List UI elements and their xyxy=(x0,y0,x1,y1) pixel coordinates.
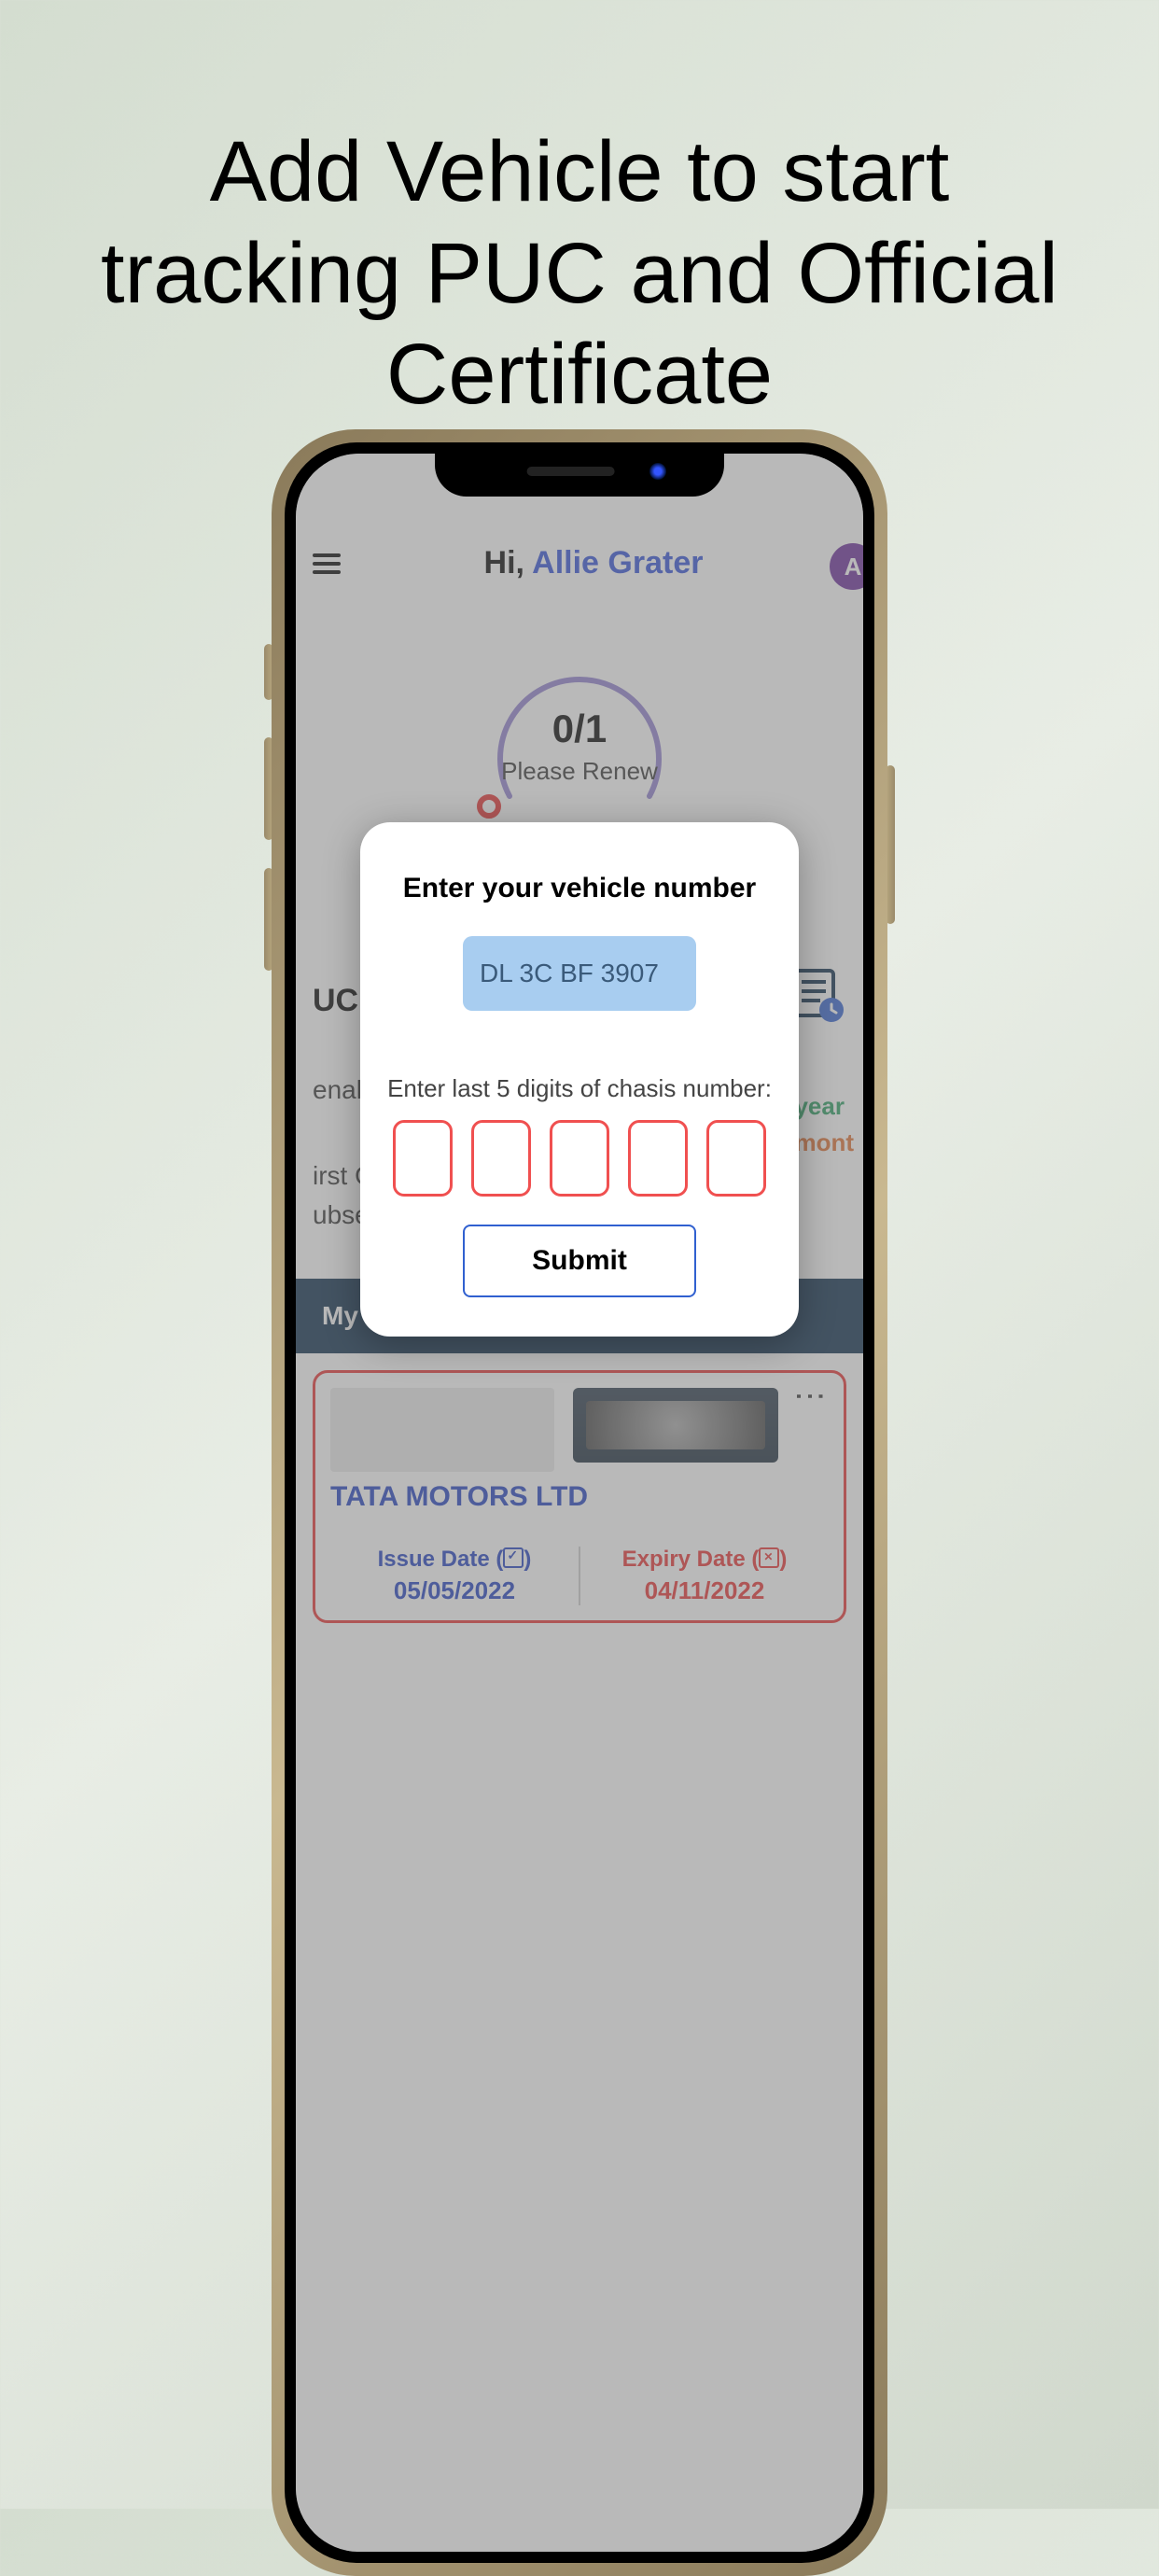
chassis-digit-1[interactable] xyxy=(393,1120,453,1197)
add-vehicle-modal: Enter your vehicle number Enter last 5 d… xyxy=(360,822,799,1337)
modal-backdrop[interactable] xyxy=(296,454,863,2552)
chassis-digit-2[interactable] xyxy=(471,1120,531,1197)
app-screen: Hi, Allie Grater A 0/1 Please Renew xyxy=(296,454,863,2552)
chassis-digits xyxy=(386,1120,773,1197)
chassis-label: Enter last 5 digits of chasis number: xyxy=(386,1074,773,1103)
chassis-digit-3[interactable] xyxy=(550,1120,609,1197)
submit-button[interactable]: Submit xyxy=(463,1225,696,1297)
promo-title: Add Vehicle to start tracking PUC and Of… xyxy=(0,0,1159,426)
vehicle-number-input[interactable] xyxy=(463,936,696,1011)
chassis-digit-4[interactable] xyxy=(628,1120,688,1197)
phone-mockup: Hi, Allie Grater A 0/1 Please Renew xyxy=(272,429,887,2576)
notch xyxy=(435,442,724,497)
modal-title: Enter your vehicle number xyxy=(386,873,773,904)
chassis-digit-5[interactable] xyxy=(706,1120,766,1197)
